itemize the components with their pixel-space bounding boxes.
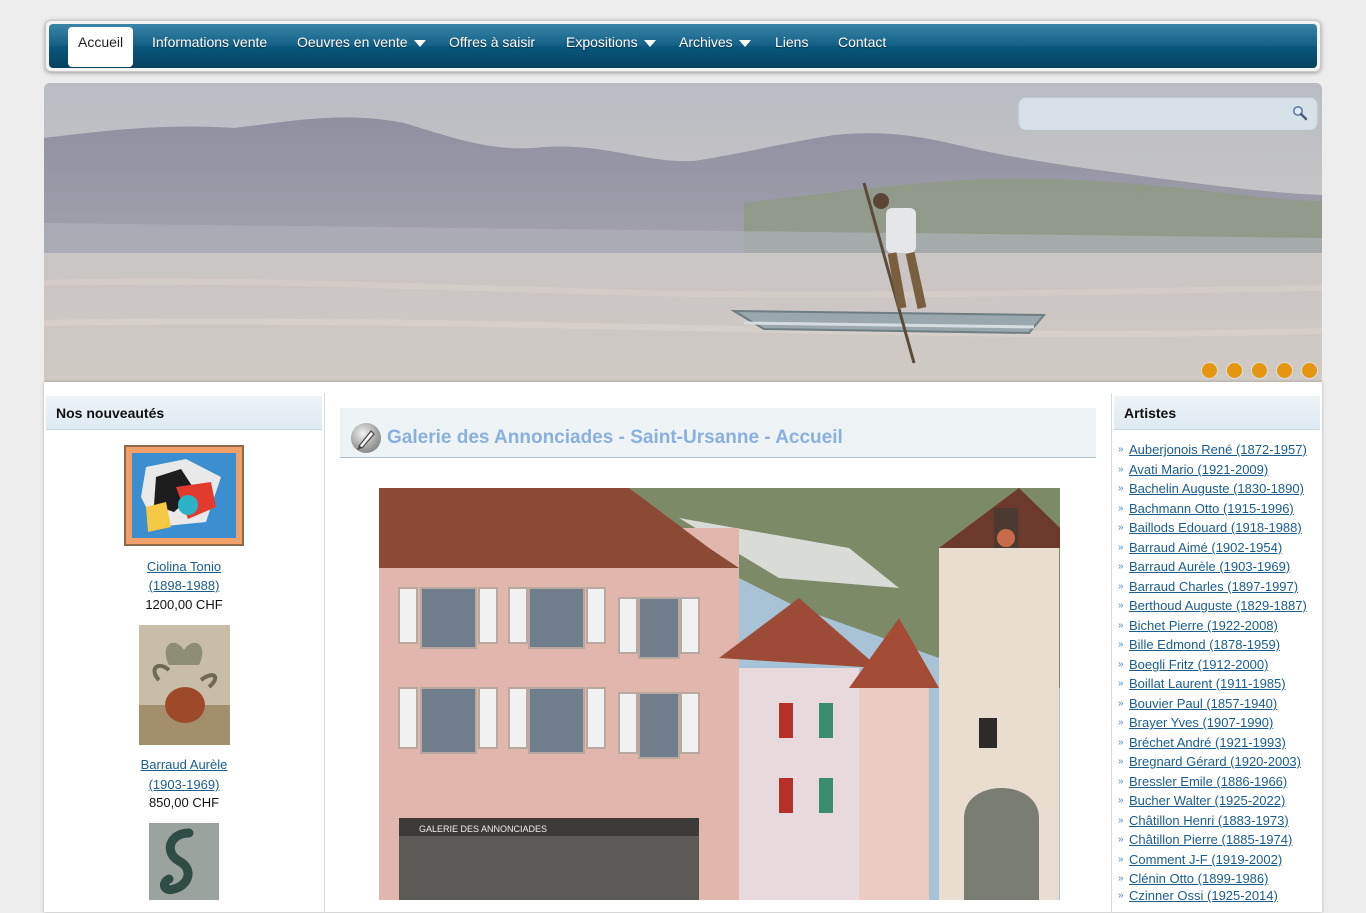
gallery-storefront-photo: GALERIE DES ANNONCIADES: [379, 488, 1060, 900]
nav-item-liens[interactable]: Liens: [775, 24, 808, 64]
bullet-icon: »: [1118, 737, 1124, 748]
bullet-icon: »: [1118, 795, 1124, 806]
page-title: Galerie des Annonciades - Saint-Ursanne …: [387, 427, 843, 448]
nav-item-archives[interactable]: Archives: [679, 24, 751, 64]
artist-link[interactable]: Berthoud Auguste (1829-1887): [1129, 598, 1307, 613]
bullet-icon: »: [1118, 717, 1124, 728]
bullet-icon: »: [1118, 444, 1124, 455]
bullet-icon: »: [1118, 890, 1124, 901]
bullet-icon: »: [1118, 522, 1124, 533]
nav-label: Oeuvres en vente: [297, 34, 408, 50]
nav-item-informations-vente[interactable]: Informations vente: [152, 24, 267, 64]
slide-dot-4[interactable]: [1277, 363, 1292, 378]
nav-item-contact[interactable]: Contact: [838, 24, 886, 64]
artist-link[interactable]: Auberjonois René (1872-1957): [1129, 442, 1307, 457]
artist-link[interactable]: Brayer Yves (1907-1990): [1129, 715, 1273, 730]
artist-link[interactable]: Barraud Aurèle (1903-1969): [1129, 559, 1290, 574]
abstract-painting-image: [126, 447, 242, 544]
artist-link[interactable]: Bressler Emile (1886-1966): [1129, 774, 1287, 789]
artwork-price: 1200,00 CHF: [145, 597, 223, 612]
artwork-thumbnail[interactable]: [149, 823, 219, 900]
artist-link[interactable]: Bachelin Auguste (1830-1890): [1129, 481, 1304, 496]
bullet-icon: »: [1118, 561, 1124, 572]
bullet-icon: »: [1118, 678, 1124, 689]
bullet-icon: »: [1118, 503, 1124, 514]
artwork-artist-dates-link[interactable]: (1903-1969): [46, 777, 322, 792]
search-icon[interactable]: [1292, 105, 1308, 121]
nav-label: Accueil: [78, 34, 124, 50]
artist-link[interactable]: Bille Edmond (1878-1959): [1129, 637, 1280, 652]
search-input[interactable]: [1026, 102, 1290, 126]
artwork-artist-link[interactable]: Barraud Aurèle: [46, 757, 322, 772]
artist-link[interactable]: Bouvier Paul (1857-1940): [1129, 696, 1277, 711]
bullet-icon: »: [1118, 776, 1124, 787]
main-navigation: Accueil Informations vente Oeuvres en ve…: [45, 20, 1321, 72]
slide-dot-5[interactable]: [1302, 363, 1317, 378]
nav-label: Expositions: [566, 34, 638, 50]
bullet-icon: »: [1118, 698, 1124, 709]
nav-label: Archives: [679, 34, 733, 50]
nav-bar: Accueil Informations vente Oeuvres en ve…: [49, 24, 1317, 68]
shop-sign: GALERIE DES ANNONCIADES: [419, 824, 547, 834]
nav-item-expositions[interactable]: Expositions: [566, 24, 656, 64]
bullet-icon: »: [1118, 542, 1124, 553]
nav-label: Informations vente: [152, 34, 268, 50]
bullet-icon: »: [1118, 834, 1124, 845]
artist-link[interactable]: Avati Mario (1921-2009): [1129, 462, 1268, 477]
bullet-icon: »: [1118, 483, 1124, 494]
bullet-icon: »: [1118, 756, 1124, 767]
chevron-down-icon: [738, 39, 751, 47]
artist-link[interactable]: Châtillon Henri (1883-1973): [1129, 813, 1289, 828]
artist-link[interactable]: Bachmann Otto (1915-1996): [1129, 501, 1294, 516]
nav-item-accueil[interactable]: Accueil: [68, 27, 134, 67]
artist-link[interactable]: Comment J-F (1919-2002): [1129, 852, 1282, 867]
artist-link[interactable]: Barraud Aimé (1902-1954): [1129, 540, 1282, 555]
column-divider: [324, 393, 325, 913]
artist-link[interactable]: Bucher Walter (1925-2022): [1129, 793, 1285, 808]
artist-link[interactable]: Baillods Edouard (1918-1988): [1129, 520, 1302, 535]
bullet-icon: »: [1118, 815, 1124, 826]
artist-link[interactable]: Czinner Ossi (1925-2014): [1129, 888, 1278, 903]
new-arrivals-heading: Nos nouveautés: [46, 396, 322, 430]
bullet-icon: »: [1118, 659, 1124, 670]
slide-dot-2[interactable]: [1227, 363, 1242, 378]
chevron-down-icon: [413, 39, 426, 47]
nav-label: Contact: [838, 34, 887, 50]
artist-link[interactable]: Bregnard Gérard (1920-2003): [1129, 754, 1301, 769]
bullet-icon: »: [1118, 854, 1124, 865]
slide-dot-3[interactable]: [1252, 363, 1267, 378]
bullet-icon: »: [1118, 620, 1124, 631]
bullet-icon: »: [1118, 639, 1124, 650]
artist-link[interactable]: Barraud Charles (1897-1997): [1129, 579, 1298, 594]
still-life-painting-image: [139, 625, 230, 745]
artist-link[interactable]: Bichet Pierre (1922-2008): [1129, 618, 1278, 633]
bullet-icon: »: [1118, 600, 1124, 611]
page-title-box: Galerie des Annonciades - Saint-Ursanne …: [340, 408, 1096, 458]
bullet-icon: »: [1118, 581, 1124, 592]
artwork-artist-link[interactable]: Ciolina Tonio: [46, 559, 322, 574]
artwork-thumbnail[interactable]: [124, 445, 244, 546]
chevron-down-icon: [643, 39, 656, 47]
nav-label: Offres à saisir: [449, 34, 536, 50]
bullet-icon: »: [1118, 873, 1124, 884]
artwork-price: 850,00 CHF: [148, 795, 220, 810]
artists-heading: Artistes: [1114, 396, 1320, 430]
slide-dot-1[interactable]: [1202, 363, 1217, 378]
nav-label: Liens: [775, 34, 809, 50]
artist-link[interactable]: Clénin Otto (1899-1986): [1129, 871, 1268, 886]
nav-item-offres-a-saisir[interactable]: Offres à saisir: [449, 24, 535, 64]
artist-link[interactable]: Bréchet André (1921-1993): [1129, 735, 1286, 750]
artist-link[interactable]: Boillat Laurent (1911-1985): [1129, 676, 1286, 691]
artist-link[interactable]: Boegli Fritz (1912-2000): [1129, 657, 1268, 672]
artwork-thumbnail[interactable]: [139, 625, 230, 745]
column-divider: [1111, 393, 1112, 913]
artist-link[interactable]: Châtillon Pierre (1885-1974): [1129, 832, 1292, 847]
bullet-icon: »: [1118, 464, 1124, 475]
pen-icon: [351, 423, 381, 453]
artwork-artist-dates-link[interactable]: (1898-1988): [46, 578, 322, 593]
sculpture-image: [149, 823, 219, 900]
search-box: [1018, 96, 1318, 130]
nav-item-oeuvres-en-vente[interactable]: Oeuvres en vente: [297, 24, 426, 64]
